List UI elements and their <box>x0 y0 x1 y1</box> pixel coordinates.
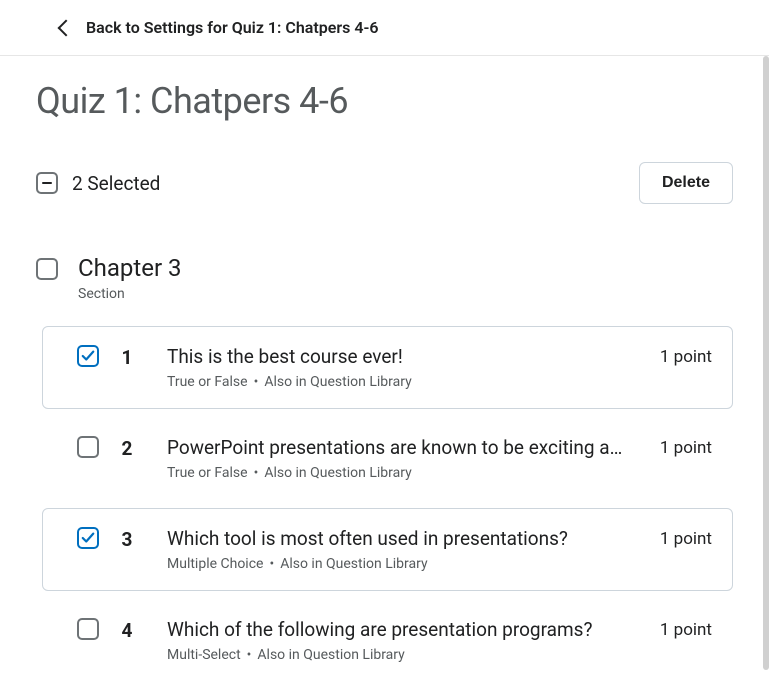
back-label: Back to Settings for Quiz 1: Chatpers 4-… <box>86 18 378 37</box>
question-checkbox[interactable] <box>77 527 99 549</box>
question-meta: Multiple Choice • Also in Question Library <box>167 556 632 572</box>
page-title: Quiz 1: Chatpers 4-6 <box>36 80 733 122</box>
separator-dot: • <box>269 556 274 572</box>
question-body: PowerPoint presentations are known to be… <box>167 436 632 481</box>
question-library-note: Also in Question Library <box>264 374 411 390</box>
separator-dot: • <box>254 374 259 390</box>
question-list: 1 This is the best course ever! True or Fa… <box>36 326 733 682</box>
question-row[interactable]: 3 Which tool is most often used in presen… <box>42 508 733 591</box>
select-all-checkbox[interactable] <box>36 172 58 194</box>
question-meta: True or False • Also in Question Library <box>167 465 632 481</box>
section-subtitle: Section <box>78 286 182 302</box>
question-type: Multiple Choice <box>167 556 263 572</box>
question-number: 3 <box>117 528 137 551</box>
question-title: Which tool is most often used in present… <box>167 527 632 550</box>
chevron-left-icon <box>58 19 75 36</box>
question-title: Which of the following are presentation … <box>167 618 632 641</box>
section-checkbox[interactable] <box>36 258 58 280</box>
question-checkbox[interactable] <box>77 345 99 367</box>
question-checkbox[interactable] <box>77 436 99 458</box>
separator-dot: • <box>247 647 252 663</box>
selection-count: 2 Selected <box>72 172 160 195</box>
scrollbar[interactable] <box>763 56 769 670</box>
separator-dot: • <box>254 465 259 481</box>
question-points: 1 point <box>660 438 712 458</box>
question-meta: Multi-Select • Also in Question Library <box>167 647 632 663</box>
selection-info: 2 Selected <box>36 172 160 195</box>
question-checkbox[interactable] <box>77 618 99 640</box>
section-title: Chapter 3 <box>78 254 182 282</box>
question-number: 2 <box>117 437 137 460</box>
question-points: 1 point <box>660 529 712 549</box>
delete-button[interactable]: Delete <box>639 162 733 204</box>
question-library-note: Also in Question Library <box>264 465 411 481</box>
question-title: This is the best course ever! <box>167 345 632 368</box>
question-points: 1 point <box>660 347 712 367</box>
section-header: Chapter 3 Section <box>36 254 733 302</box>
question-points: 1 point <box>660 620 712 640</box>
main-content: Quiz 1: Chatpers 4-6 2 Selected Delete C… <box>0 56 769 682</box>
question-row[interactable]: 1 This is the best course ever! True or Fa… <box>42 326 733 409</box>
question-body: Which tool is most often used in present… <box>167 527 632 572</box>
question-number: 4 <box>117 619 137 642</box>
question-library-note: Also in Question Library <box>257 647 404 663</box>
question-type: True or False <box>167 374 248 390</box>
question-library-note: Also in Question Library <box>280 556 427 572</box>
question-body: Which of the following are presentation … <box>167 618 632 663</box>
question-title: PowerPoint presentations are known to be… <box>167 436 632 459</box>
question-type: True or False <box>167 465 248 481</box>
question-meta: True or False • Also in Question Library <box>167 374 632 390</box>
selection-bar: 2 Selected Delete <box>36 162 733 204</box>
question-body: This is the best course ever! True or Fal… <box>167 345 632 390</box>
question-type: Multi-Select <box>167 647 241 663</box>
question-number: 1 <box>117 346 137 369</box>
back-link[interactable]: Back to Settings for Quiz 1: Chatpers 4-… <box>0 0 769 56</box>
question-row[interactable]: 2 PowerPoint presentations are known to b… <box>42 417 733 500</box>
